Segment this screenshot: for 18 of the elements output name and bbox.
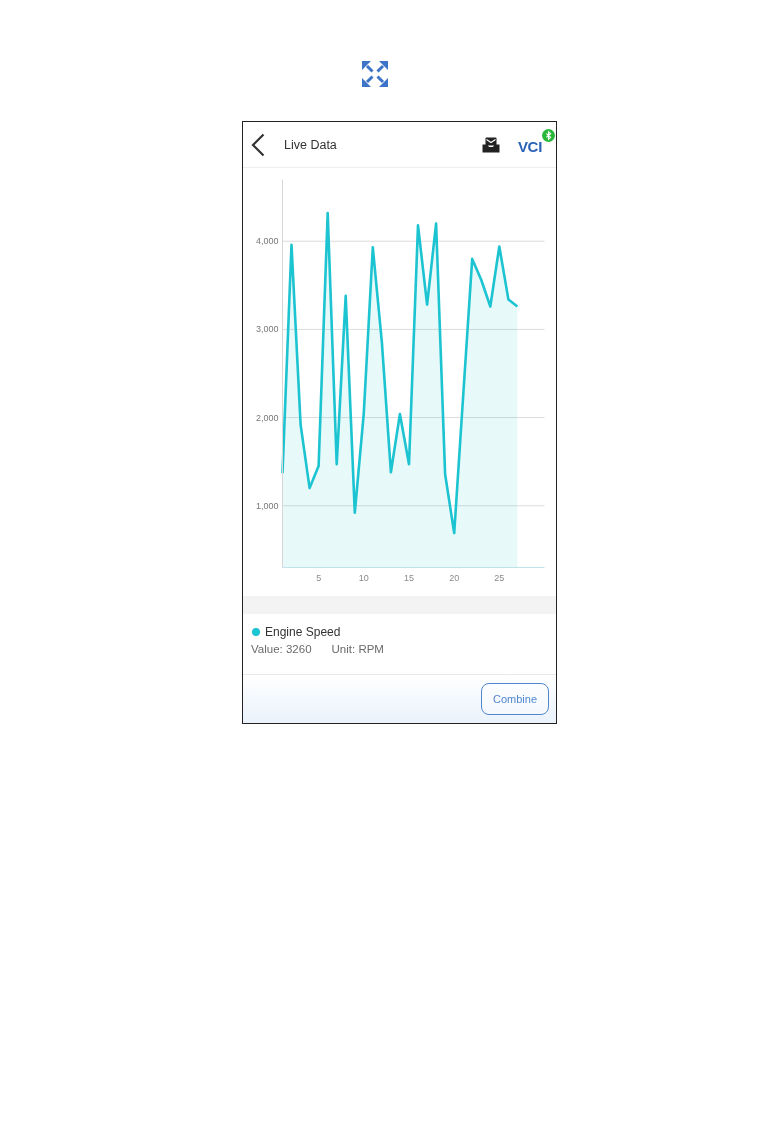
y-tick-label: 1,000 xyxy=(255,500,279,511)
expand-icon[interactable] xyxy=(361,60,389,88)
screen-title: Live Data xyxy=(284,137,337,152)
x-tick-label: 5 xyxy=(316,572,322,583)
y-tick-label: 3,000 xyxy=(255,324,279,335)
chevron-left-icon[interactable] xyxy=(251,132,265,157)
x-tick-label: 15 xyxy=(403,572,414,583)
legend-label: Engine Speed xyxy=(265,625,341,639)
y-tick-label: 4,000 xyxy=(255,236,279,247)
inbox-icon[interactable] xyxy=(481,136,500,153)
vci-label[interactable]: VCI xyxy=(517,138,542,155)
x-tick-label: 20 xyxy=(449,572,460,583)
y-tick-label: 2,000 xyxy=(255,412,279,423)
unit-text: Unit: RPM xyxy=(331,643,384,655)
combine-button[interactable]: Combine xyxy=(481,683,549,715)
value-text: Value: 3260 xyxy=(251,643,312,655)
x-tick-label: 25 xyxy=(494,572,505,583)
x-tick-label: 10 xyxy=(358,572,369,583)
